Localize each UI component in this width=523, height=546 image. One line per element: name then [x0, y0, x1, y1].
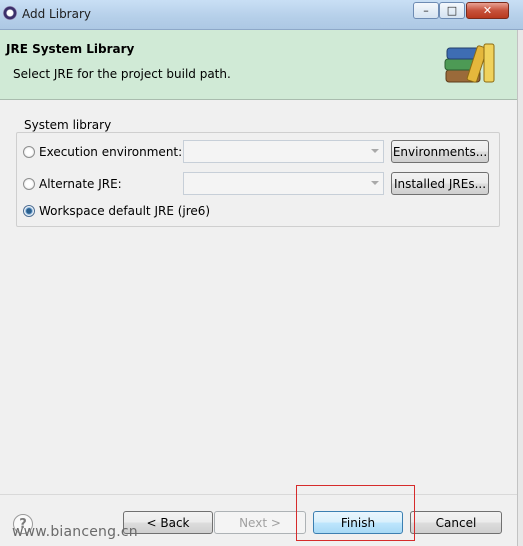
close-icon: ✕ — [482, 4, 493, 17]
execution-environment-label: Execution environment: — [39, 145, 183, 159]
page-description: Select JRE for the project build path. — [13, 67, 231, 81]
chevron-down-icon — [371, 149, 379, 153]
alternate-jre-option[interactable]: Alternate JRE: — [23, 177, 122, 191]
window-title: Add Library — [22, 7, 92, 21]
execution-environment-combo[interactable] — [183, 140, 384, 163]
environments-button[interactable]: Environments... — [391, 140, 489, 163]
eclipse-icon — [3, 6, 17, 20]
minimize-button[interactable]: – — [413, 2, 439, 19]
installed-jres-button[interactable]: Installed JREs... — [391, 172, 489, 195]
window-edge — [517, 30, 523, 546]
alternate-jre-radio[interactable] — [23, 178, 35, 190]
alternate-jre-combo[interactable] — [183, 172, 384, 195]
chevron-down-icon — [371, 181, 379, 185]
footer-divider — [0, 494, 523, 495]
workspace-default-jre-label: Workspace default JRE (jre6) — [39, 204, 211, 218]
maximize-button[interactable]: □ — [439, 2, 465, 19]
close-button[interactable]: ✕ — [466, 2, 509, 19]
title-bar: Add Library – □ ✕ — [0, 0, 523, 30]
execution-environment-radio[interactable] — [23, 146, 35, 158]
alternate-jre-label: Alternate JRE: — [39, 177, 122, 191]
minimize-icon: – — [423, 4, 429, 17]
watermark: www.bianceng.cn — [12, 524, 138, 540]
workspace-default-jre-radio[interactable] — [23, 205, 35, 217]
wizard-header: JRE System Library Select JRE for the pr… — [0, 30, 523, 100]
page-title: JRE System Library — [6, 42, 135, 56]
next-button[interactable]: Next > — [214, 511, 306, 534]
finish-highlight-box — [296, 485, 415, 541]
execution-environment-option[interactable]: Execution environment: — [23, 145, 182, 159]
workspace-default-jre-option[interactable]: Workspace default JRE (jre6) — [23, 204, 210, 218]
cancel-button[interactable]: Cancel — [410, 511, 502, 534]
maximize-icon: □ — [446, 4, 458, 17]
library-books-icon — [444, 43, 495, 83]
group-title: System library — [20, 118, 116, 132]
